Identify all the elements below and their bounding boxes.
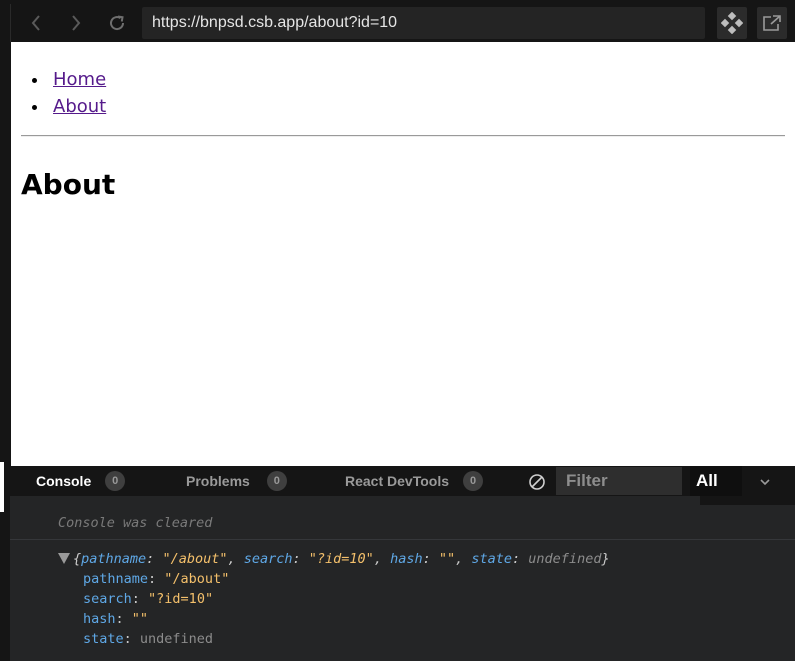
- page-title: About: [21, 168, 116, 201]
- filter-input[interactable]: [556, 467, 682, 495]
- devtools-panel: Console 0 Problems 0 React DevTools 0 Al…: [10, 466, 795, 661]
- tab-problems-label: Problems: [186, 473, 250, 489]
- toolbar-strip: [700, 496, 795, 505]
- nav-list: Home About: [49, 66, 106, 120]
- property-row: hash: "": [83, 611, 149, 627]
- log-object-properties: pathname: "/about" search: "?id=10" hash…: [58, 569, 610, 649]
- summary-value: "": [438, 551, 456, 567]
- property-value: "?id=10": [148, 591, 214, 607]
- property-value: "": [131, 611, 149, 627]
- summary-value: "/about": [162, 551, 228, 567]
- browser-toolbar: https://bnpsd.csb.app/about?id=10: [10, 4, 795, 42]
- forward-button[interactable]: [59, 4, 93, 42]
- console-output: Console was cleared {pathname: "/about",…: [10, 505, 795, 661]
- window-edge: [0, 462, 4, 512]
- chevron-left-icon: [31, 15, 40, 31]
- nav-item-about: About: [49, 93, 106, 120]
- close-brace: }: [601, 551, 610, 567]
- property-row: search: "?id=10": [83, 591, 214, 607]
- summary-value: "?id=10": [308, 551, 374, 567]
- divider: [21, 135, 785, 137]
- open-new-window-button[interactable]: [757, 7, 787, 39]
- log-level-select[interactable]: All: [690, 466, 742, 496]
- property-row: state: undefined: [83, 631, 214, 647]
- property-key: search: [83, 591, 132, 607]
- home-link[interactable]: Home: [53, 69, 106, 90]
- clear-console-icon[interactable]: [528, 473, 546, 491]
- log-entry: {pathname: "/about", search: "?id=10", h…: [58, 549, 610, 649]
- property-key: hash: [83, 611, 116, 627]
- codesandbox-button[interactable]: [717, 7, 747, 39]
- property-key: state: [83, 631, 124, 647]
- summary-key: state: [471, 551, 513, 567]
- tab-console[interactable]: Console 0: [36, 466, 126, 496]
- tab-problems[interactable]: Problems 0: [186, 466, 287, 496]
- tab-console-label: Console: [36, 473, 92, 489]
- back-button[interactable]: [19, 4, 53, 42]
- devtools-tabbar: Console 0 Problems 0 React DevTools 0 Al…: [10, 466, 795, 496]
- chevron-down-icon[interactable]: [758, 475, 772, 489]
- property-key: pathname: [83, 571, 149, 587]
- page-viewport: Home About About: [11, 42, 795, 466]
- tab-problems-count: 0: [266, 471, 287, 491]
- open-brace: {: [73, 551, 82, 567]
- summary-key: hash: [390, 551, 423, 567]
- external-link-icon: [763, 15, 781, 31]
- summary-key: pathname: [81, 551, 147, 567]
- property-value: "/about": [164, 571, 230, 587]
- tab-react-devtools-count: 0: [463, 471, 483, 491]
- refresh-icon: [110, 15, 125, 31]
- summary-key: search: [243, 551, 293, 567]
- property-row: pathname: "/about": [83, 571, 230, 587]
- nav-item-home: Home: [49, 66, 106, 93]
- tab-console-count: 0: [105, 471, 126, 491]
- address-bar[interactable]: https://bnpsd.csb.app/about?id=10: [142, 7, 705, 39]
- log-object-summary[interactable]: {pathname: "/about", search: "?id=10", h…: [58, 549, 610, 569]
- tab-react-devtools-label: React DevTools: [345, 473, 449, 489]
- expand-triangle-icon[interactable]: [58, 553, 70, 564]
- refresh-button[interactable]: [100, 4, 134, 42]
- console-cleared-message: Console was cleared: [58, 515, 213, 531]
- summary-value: undefined: [528, 551, 602, 567]
- property-value: undefined: [139, 631, 214, 647]
- diamond-grid-icon: [721, 12, 743, 34]
- about-link[interactable]: About: [53, 96, 106, 117]
- console-separator: [10, 539, 795, 540]
- tab-react-devtools[interactable]: React DevTools 0: [345, 466, 483, 496]
- chevron-right-icon: [72, 15, 81, 31]
